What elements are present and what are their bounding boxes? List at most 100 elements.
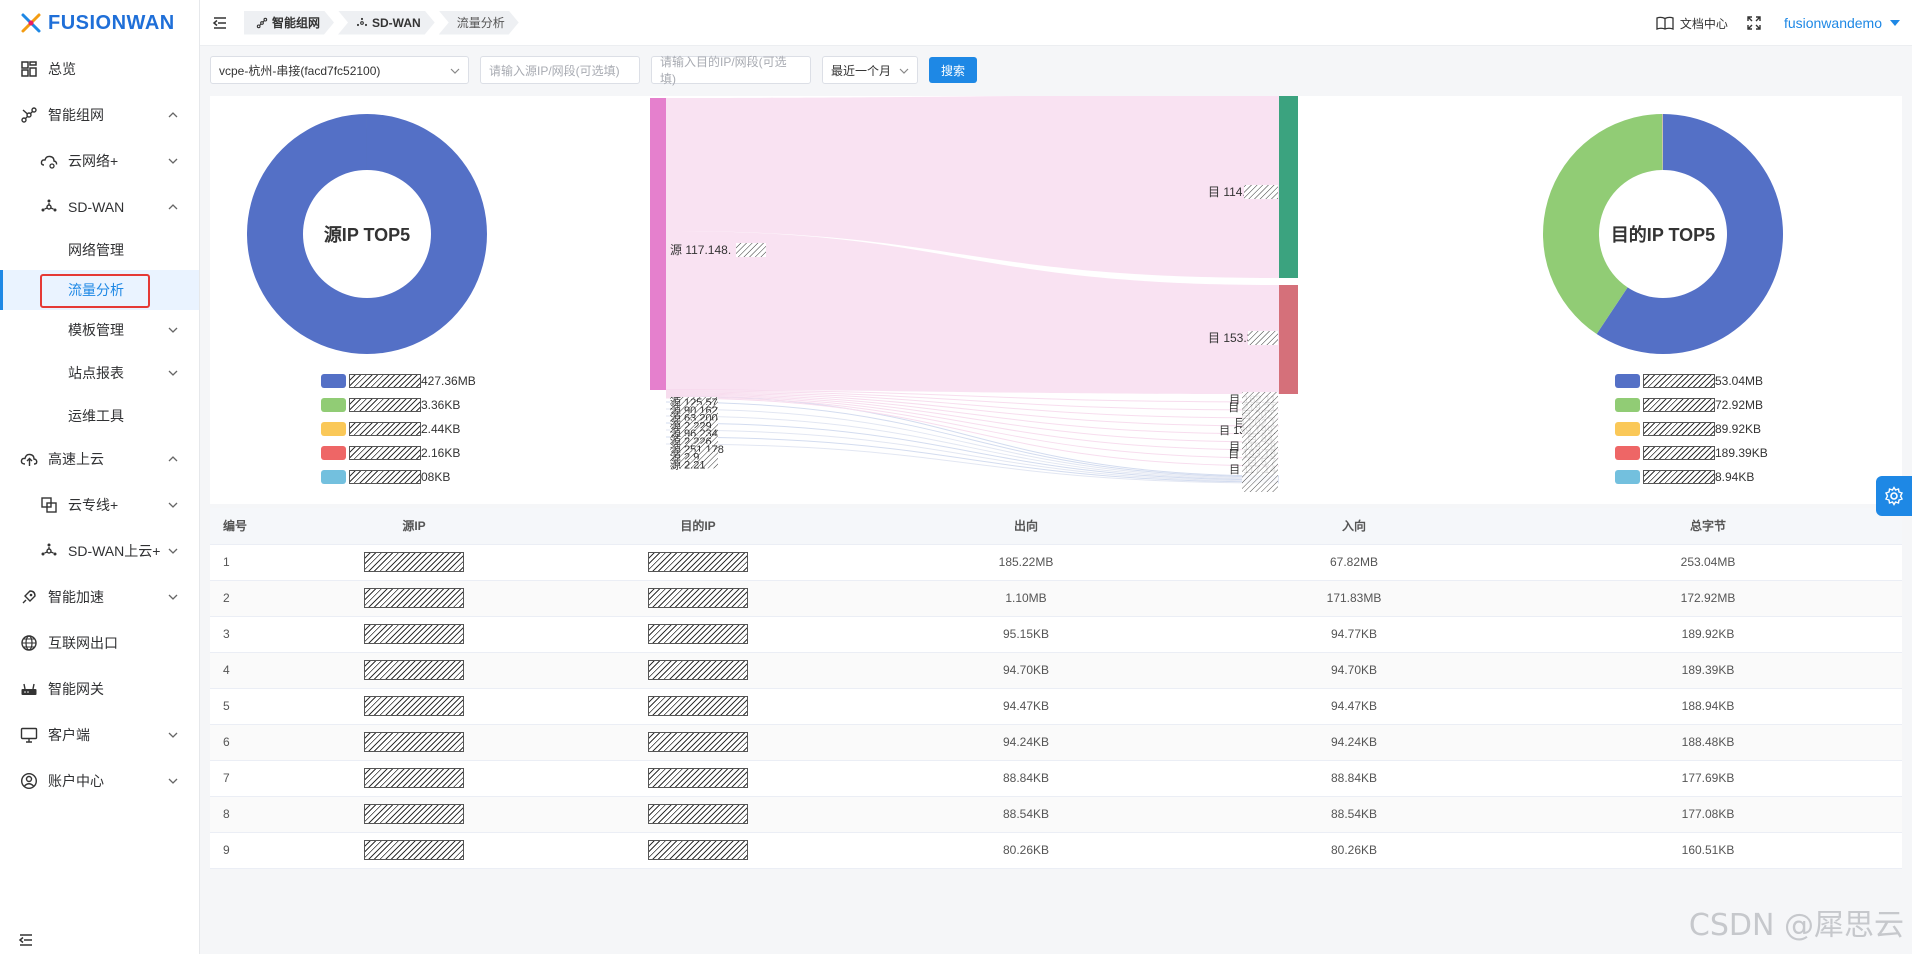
cell-total-bytes: 172.92MB xyxy=(1514,580,1902,617)
masked-ip xyxy=(349,470,421,484)
settings-float-button[interactable] xyxy=(1876,476,1912,516)
cell-total-bytes: 253.04MB xyxy=(1514,544,1902,581)
network-icon xyxy=(256,17,268,29)
destination-ip-donut: 目的IP TOP5 xyxy=(1543,114,1783,354)
sidebar-item-overview[interactable]: 总览 xyxy=(0,46,199,92)
search-button[interactable]: 搜索 xyxy=(929,57,978,83)
sidebar-item-fast-cloud[interactable]: 高速上云 xyxy=(0,436,199,482)
breadcrumb-item-sdwan[interactable]: SD-WAN xyxy=(338,11,435,35)
period-select[interactable]: 最近一个月 xyxy=(822,56,918,84)
sidebar-item-sdwan[interactable]: SD-WAN xyxy=(0,184,199,230)
legend-value: 89.92KB xyxy=(1715,422,1762,436)
sidebar-item-smart-gateway[interactable]: 智能网关 xyxy=(0,666,199,712)
cell-index: 9 xyxy=(210,832,290,869)
cell-index: 5 xyxy=(210,688,290,725)
legend-item[interactable]: 08KB xyxy=(321,465,476,489)
legend-item[interactable]: 89.92KB xyxy=(1615,417,1768,441)
collapse-sidebar-icon[interactable] xyxy=(18,932,34,948)
masked-ip xyxy=(648,624,748,644)
legend-value: 08KB xyxy=(421,470,451,484)
brand-logo[interactable]: FUSIONWAN xyxy=(0,0,199,46)
sidebar-item-traffic-analysis[interactable]: 流量分析 xyxy=(0,270,199,310)
filter-bar: vcpe-杭州-串接(facd7fc52100) 请输入源IP/网段(可选填) … xyxy=(210,55,978,86)
sidebar-item-smart-networking[interactable]: 智能组网 xyxy=(0,92,199,138)
sidebar-item-ops-tools[interactable]: 运维工具 xyxy=(0,396,199,436)
legend-value: 53.04MB xyxy=(1715,374,1764,388)
table-row[interactable]: 8 88.54KB 88.54KB 177.08KB xyxy=(210,796,1902,833)
cell-index: 4 xyxy=(210,652,290,689)
fullscreen-icon[interactable] xyxy=(1746,15,1762,31)
masked-ip xyxy=(349,398,421,412)
table-row[interactable]: 6 94.24KB 94.24KB 188.48KB xyxy=(210,724,1902,761)
chevron-down-icon xyxy=(168,370,178,376)
chevron-down-icon xyxy=(168,158,178,164)
cell-outbound: 95.15KB xyxy=(858,616,1194,653)
table-row[interactable]: 7 88.84KB 88.84KB 177.69KB xyxy=(210,760,1902,797)
sidebar-item-client[interactable]: 客户端 xyxy=(0,712,199,758)
chevron-down-icon xyxy=(899,68,909,74)
cell-source-ip xyxy=(290,544,538,581)
menu-toggle-icon[interactable] xyxy=(212,15,228,31)
cell-index: 8 xyxy=(210,796,290,833)
chevron-down-icon xyxy=(168,732,178,738)
table-row[interactable]: 1 185.22MB 67.82MB 253.04MB xyxy=(210,544,1902,581)
sidebar-item-cloud-dedicated-line[interactable]: 云专线+ xyxy=(0,482,199,528)
table-row[interactable]: 2 1.10MB 171.83MB 172.92MB xyxy=(210,580,1902,617)
sidebar-item-cloud-network[interactable]: 云网络+ xyxy=(0,138,199,184)
table-row[interactable]: 9 80.26KB 80.26KB 160.51KB xyxy=(210,832,1902,869)
legend-item[interactable]: 2.16KB xyxy=(321,441,476,465)
caret-down-icon xyxy=(1890,20,1900,26)
masked-ip xyxy=(364,804,464,824)
highlight-box xyxy=(40,274,150,308)
breadcrumb-item-traffic-analysis: 流量分析 xyxy=(439,11,519,35)
source-ip-donut: 源IP TOP5 xyxy=(246,114,487,354)
legend-value: 427.36MB xyxy=(421,374,476,388)
masked-ip xyxy=(1242,392,1278,492)
cell-inbound: 88.84KB xyxy=(1194,760,1514,797)
sidebar-item-sdwan-cloud[interactable]: SD-WAN上云+ xyxy=(0,528,199,574)
legend-item[interactable]: 72.92MB xyxy=(1615,393,1768,417)
sidebar-item-internet-exit[interactable]: 互联网出口 xyxy=(0,620,199,666)
sidebar-item-label: 客户端 xyxy=(48,727,90,743)
masked-ip xyxy=(364,624,464,644)
legend-item[interactable]: 3.36KB xyxy=(321,393,476,417)
table-row[interactable]: 3 95.15KB 94.77KB 189.92KB xyxy=(210,616,1902,653)
cell-source-ip xyxy=(290,724,538,761)
destination-ip-input[interactable]: 请输入目的IP/网段(可选填) xyxy=(651,55,811,86)
legend-item[interactable]: 2.44KB xyxy=(321,417,476,441)
legend-item[interactable]: 53.04MB xyxy=(1615,369,1768,393)
cell-source-ip xyxy=(290,652,538,689)
legend-item[interactable]: 427.36MB xyxy=(321,369,476,393)
cell-source-ip xyxy=(290,616,538,653)
column-header-index: 编号 xyxy=(210,508,290,545)
masked-ip xyxy=(1643,446,1715,460)
masked-ip xyxy=(648,768,748,788)
masked-ip xyxy=(736,243,766,257)
masked-ip xyxy=(364,840,464,860)
cell-inbound: 94.24KB xyxy=(1194,724,1514,761)
table-row[interactable]: 4 94.70KB 94.70KB 189.39KB xyxy=(210,652,1902,689)
source-ip-input[interactable]: 请输入源IP/网段(可选填) xyxy=(480,56,640,84)
cell-total-bytes: 189.92KB xyxy=(1514,616,1902,653)
sidebar: FUSIONWAN 总览 智能组网 云网络+ SD-WAN 网络管理 流量分析 xyxy=(0,0,200,954)
legend-item[interactable]: 8.94KB xyxy=(1615,465,1768,489)
table-row[interactable]: 5 94.47KB 94.47KB 188.94KB xyxy=(210,688,1902,725)
user-menu[interactable]: fusionwandemo xyxy=(1784,15,1900,31)
masked-ip xyxy=(648,696,748,716)
sankey-node-target-1 xyxy=(1279,96,1298,278)
masked-ip xyxy=(1643,374,1715,388)
sidebar-item-network-management[interactable]: 网络管理 xyxy=(0,230,199,270)
docs-center-link[interactable]: 文档中心 xyxy=(1656,15,1728,32)
book-icon xyxy=(1656,16,1674,30)
sidebar-item-account-center[interactable]: 账户中心 xyxy=(0,758,199,804)
sidebar-item-smart-acceleration[interactable]: 智能加速 xyxy=(0,574,199,620)
sidebar-item-template-management[interactable]: 模板管理 xyxy=(0,310,199,350)
device-select[interactable]: vcpe-杭州-串接(facd7fc52100) xyxy=(210,56,469,84)
sidebar-item-site-report[interactable]: 站点报表 xyxy=(0,350,199,396)
breadcrumb-item-smart-networking[interactable]: 智能组网 xyxy=(244,11,334,35)
chevron-up-icon xyxy=(168,456,178,462)
brand-name: FUSIONWAN xyxy=(48,11,175,34)
legend-item[interactable]: 189.39KB xyxy=(1615,441,1768,465)
cell-index: 1 xyxy=(210,544,290,581)
breadcrumb: 智能组网 SD-WAN 流量分析 xyxy=(244,11,523,35)
